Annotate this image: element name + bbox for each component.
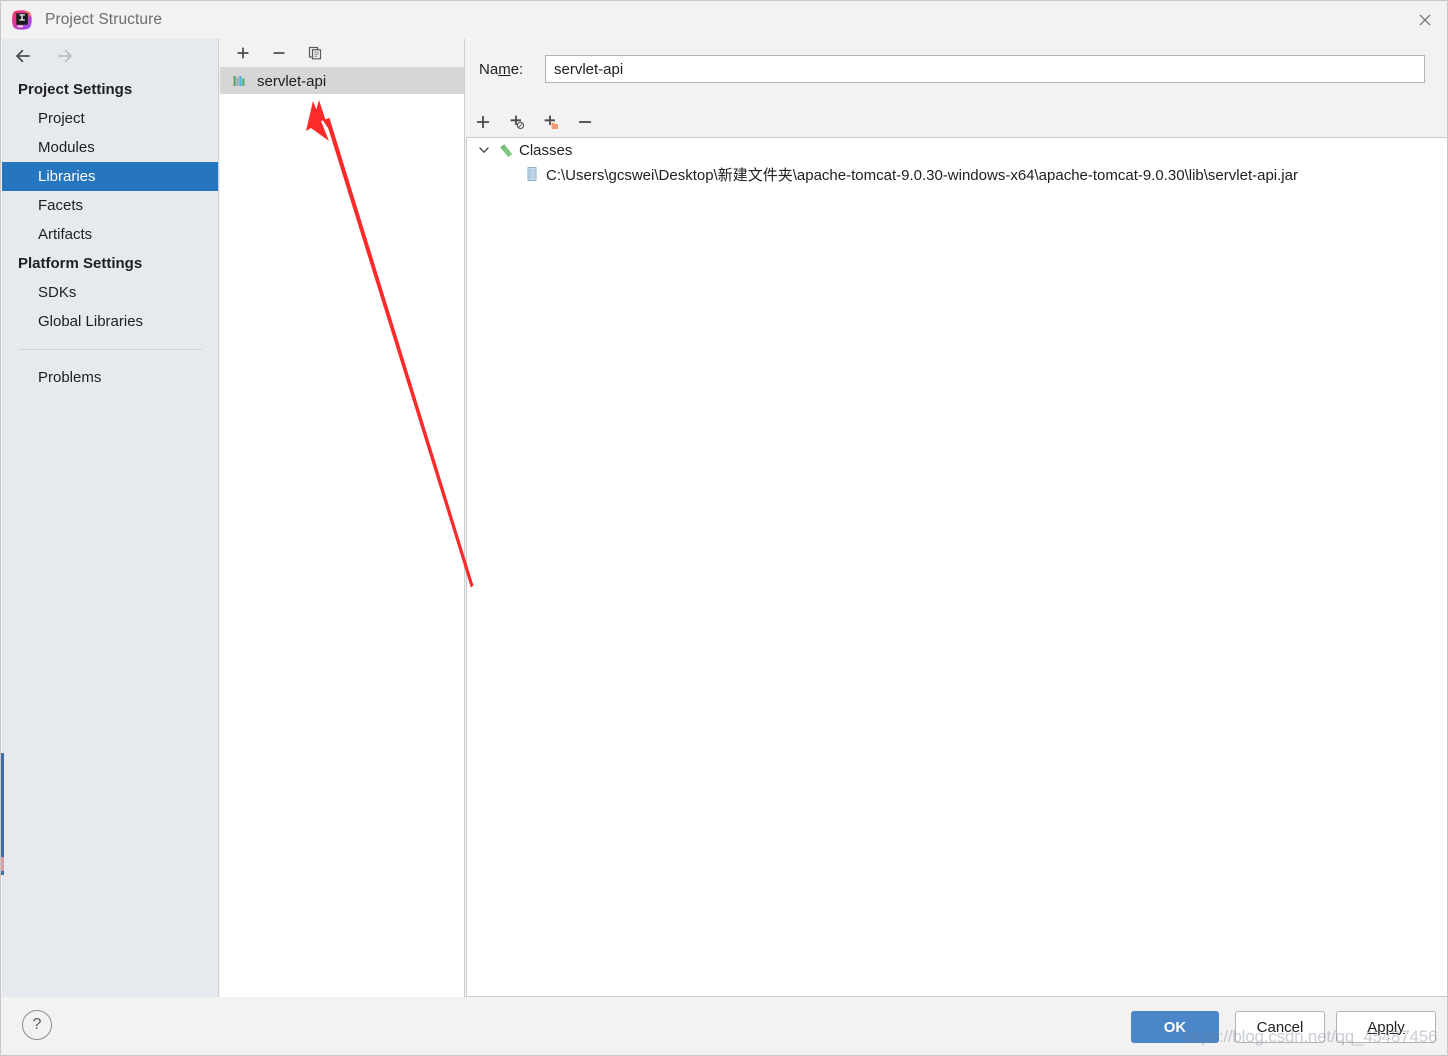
library-entries-toolbar [472,107,596,137]
window-title: Project Structure [45,11,163,28]
tree-node-jar[interactable]: C:\Users\gcswei\Desktop\新建文件夹\apache-tom… [467,162,1447,186]
group-project-settings: Project Settings Project Modules Librari… [2,75,218,249]
list-item-label: servlet-api [257,72,327,90]
minus-icon[interactable] [268,42,290,64]
tree-node-label: Classes [519,141,573,159]
sidebar-item-libraries[interactable]: Libraries [2,162,218,191]
group-platform-settings: Platform Settings SDKs Global Libraries [2,249,218,336]
classes-arrow-icon [497,142,513,158]
chevron-down-icon[interactable] [477,143,491,157]
arrow-right-icon[interactable] [54,47,76,67]
sidebar-item-facets[interactable]: Facets [2,191,218,220]
left-edge-marker-secondary [1,857,4,871]
plus-folder-icon[interactable] [540,111,562,133]
name-field-row: Name: [466,51,1447,87]
tree-node-label: C:\Users\gcswei\Desktop\新建文件夹\apache-tom… [546,166,1298,184]
library-icon [232,73,248,89]
sidebar-item-project[interactable]: Project [2,104,218,133]
plus-sources-icon[interactable] [506,111,528,133]
plus-icon[interactable] [232,42,254,64]
libraries-toolbar [220,39,464,68]
group-title-project-settings: Project Settings [18,81,133,98]
sidebar-item-artifacts[interactable]: Artifacts [2,220,218,249]
close-icon[interactable] [1401,1,1447,39]
dialog-footer: ? OK Cancel Apply [2,998,1447,1055]
libraries-list-panel: servlet-api [220,39,465,997]
navigation-arrows [2,39,218,75]
intellij-idea-logo-icon [11,9,33,31]
apply-button[interactable]: Apply [1336,1011,1436,1043]
sidebar-item-problems[interactable]: Problems [2,363,218,392]
sidebar-item-sdks[interactable]: SDKs [2,278,218,307]
copy-icon[interactable] [304,42,326,64]
sidebar-item-modules[interactable]: Modules [2,133,218,162]
plus-icon[interactable] [472,111,494,133]
sidebar-item-global-libraries[interactable]: Global Libraries [2,307,218,336]
minus-icon[interactable] [574,111,596,133]
jar-file-icon [524,166,540,182]
settings-sidebar: Project Settings Project Modules Librari… [2,39,219,997]
list-item[interactable]: servlet-api [220,68,464,94]
help-button[interactable]: ? [22,1010,52,1040]
arrow-left-icon[interactable] [14,47,36,67]
title-bar: Project Structure [1,1,1447,39]
project-structure-dialog: Project Structure Project Settings Proje… [0,0,1448,1056]
cancel-button[interactable]: Cancel [1235,1011,1325,1043]
tree-node-classes[interactable]: Classes [467,138,1447,162]
name-input[interactable] [545,55,1425,83]
ok-button[interactable]: OK [1131,1011,1219,1043]
group-title-platform-settings: Platform Settings [18,255,143,272]
name-label: Name: [479,60,524,78]
library-entries-tree: Classes C:\Users\gcswei\Desktop\新建文件夹\ap… [466,137,1447,997]
sidebar-divider [18,349,202,350]
library-details-panel: Name: servlet-api Classes C:\Users\gcswe… [466,39,1447,997]
